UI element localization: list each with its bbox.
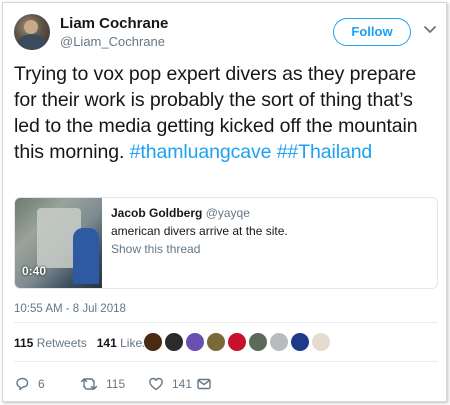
like-count: 141 <box>172 377 193 391</box>
video-duration: 0:40 <box>22 264 47 278</box>
quoted-text: american divers arrive at the site. <box>111 224 288 238</box>
chevron-down-icon[interactable] <box>423 23 437 37</box>
tweet-card: Liam Cochrane @Liam_Cochrane Follow Tryi… <box>2 2 447 402</box>
tweet-timestamp[interactable]: 10:55 AM - 8 Jul 2018 <box>14 303 126 315</box>
liker-avatar-5[interactable] <box>227 332 247 352</box>
divider <box>14 322 438 323</box>
liker-avatar-6[interactable] <box>248 332 268 352</box>
author-name[interactable]: Liam Cochrane <box>60 15 168 32</box>
quoted-author-handle: @yayqe <box>205 206 250 220</box>
author-handle[interactable]: @Liam_Cochrane <box>60 34 165 49</box>
likes-count: 141 <box>96 336 117 350</box>
tweet-text: Trying to vox pop expert divers as they … <box>14 61 439 165</box>
retweets-count: 115 <box>14 336 34 350</box>
heart-icon <box>149 377 163 391</box>
retweets-stat[interactable]: 115 Retweets <box>14 336 87 350</box>
liker-avatar-3[interactable] <box>185 332 205 352</box>
liker-avatar-1[interactable] <box>143 332 163 352</box>
liker-avatar-4[interactable] <box>206 332 226 352</box>
liker-avatar-7[interactable] <box>269 332 289 352</box>
video-scene-person <box>73 228 99 284</box>
quoted-author: Jacob Goldberg @yayqe <box>111 206 250 220</box>
retweet-icon <box>80 378 98 390</box>
reply-button[interactable]: 6 <box>14 374 45 394</box>
liker-avatar-2[interactable] <box>164 332 184 352</box>
reply-count: 6 <box>38 377 45 391</box>
quoted-tweet[interactable]: 0:40 Jacob Goldberg @yayqe american dive… <box>14 197 438 289</box>
liker-avatar-9[interactable] <box>311 332 331 352</box>
show-thread-link[interactable]: Show this thread <box>111 242 200 256</box>
author-avatar[interactable] <box>14 14 50 50</box>
tweet-actions: 6 115 141 <box>14 374 438 394</box>
video-thumbnail[interactable]: 0:40 <box>15 198 102 288</box>
liker-avatar-8[interactable] <box>290 332 310 352</box>
likes-stat[interactable]: 141 Likes <box>97 336 148 350</box>
follow-button[interactable]: Follow <box>333 18 411 46</box>
direct-message-button[interactable] <box>196 374 220 394</box>
tweet-hashtags[interactable]: #thamluangcave ##Thailand <box>130 141 373 163</box>
quoted-author-name: Jacob Goldberg <box>111 206 203 220</box>
retweet-button[interactable]: 115 <box>80 374 125 394</box>
envelope-icon <box>197 378 211 390</box>
tweet-stats: 115 Retweets 141 Likes <box>14 336 148 350</box>
divider <box>14 361 438 362</box>
retweet-count: 115 <box>106 377 126 391</box>
like-button[interactable]: 141 <box>148 374 192 394</box>
retweets-label: Retweets <box>36 336 87 350</box>
reply-icon <box>16 377 29 391</box>
